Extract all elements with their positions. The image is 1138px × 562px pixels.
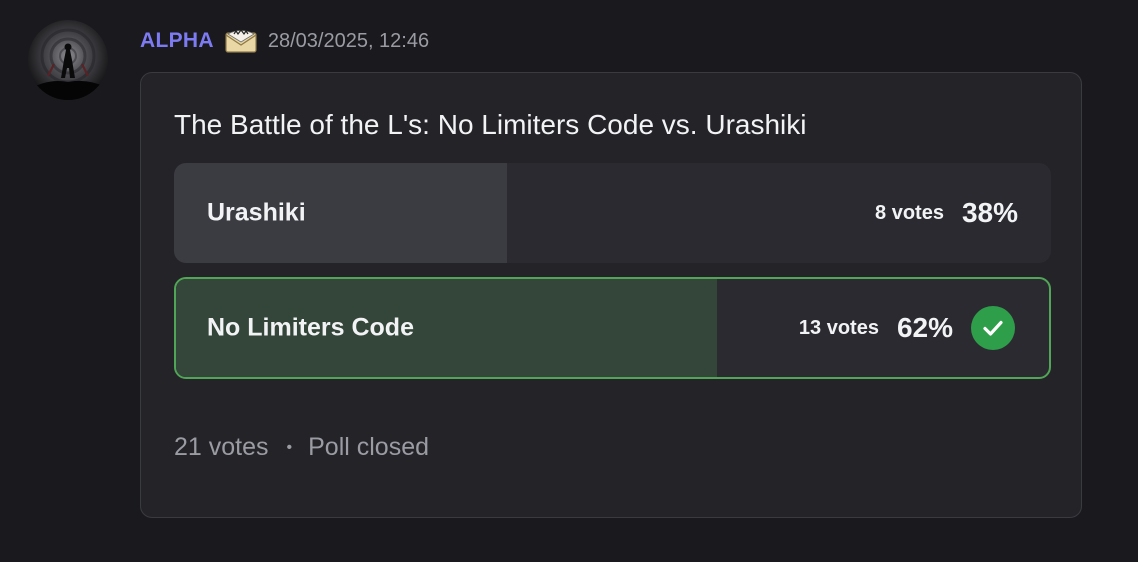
poll-card: The Battle of the L's: No Limiters Code … — [140, 72, 1082, 518]
message-header: ALPHA 28/03/2025, 12:46 — [140, 26, 429, 56]
poll-question: The Battle of the L's: No Limiters Code … — [174, 109, 807, 140]
poll-answer-stats: 8 votes 38% — [875, 197, 1018, 229]
avatar[interactable] — [28, 20, 108, 100]
footer-separator: • — [286, 438, 293, 456]
poll-footer: 21 votes • Poll closed — [174, 433, 429, 462]
poll-status: Poll closed — [308, 433, 430, 461]
poll-answer-label: No Limiters Code — [207, 313, 414, 342]
envelope-badge-icon[interactable] — [224, 28, 258, 54]
poll-answer-no-limiters-code[interactable]: No Limiters Code 13 votes 62% — [174, 277, 1051, 379]
poll-answer-stats: 13 votes 62% — [799, 306, 1015, 350]
poll-answer-votes: 8 votes — [875, 201, 944, 224]
poll-answer-percent: 62% — [896, 312, 953, 343]
message-timestamp: 28/03/2025, 12:46 — [267, 29, 430, 52]
author-name[interactable]: ALPHA — [140, 29, 214, 53]
poll-answer-votes: 13 votes — [798, 316, 879, 339]
poll-answer-label: Urashiki — [207, 198, 306, 227]
poll-total-votes: 21 votes — [174, 433, 269, 461]
chat-message: ALPHA 28/03/2025, 12:46 The Battle of th… — [0, 0, 1138, 562]
winner-check-icon — [971, 306, 1015, 350]
poll-answer-percent: 38% — [961, 197, 1018, 228]
poll-answer-urashiki[interactable]: Urashiki 8 votes 38% — [174, 163, 1051, 263]
